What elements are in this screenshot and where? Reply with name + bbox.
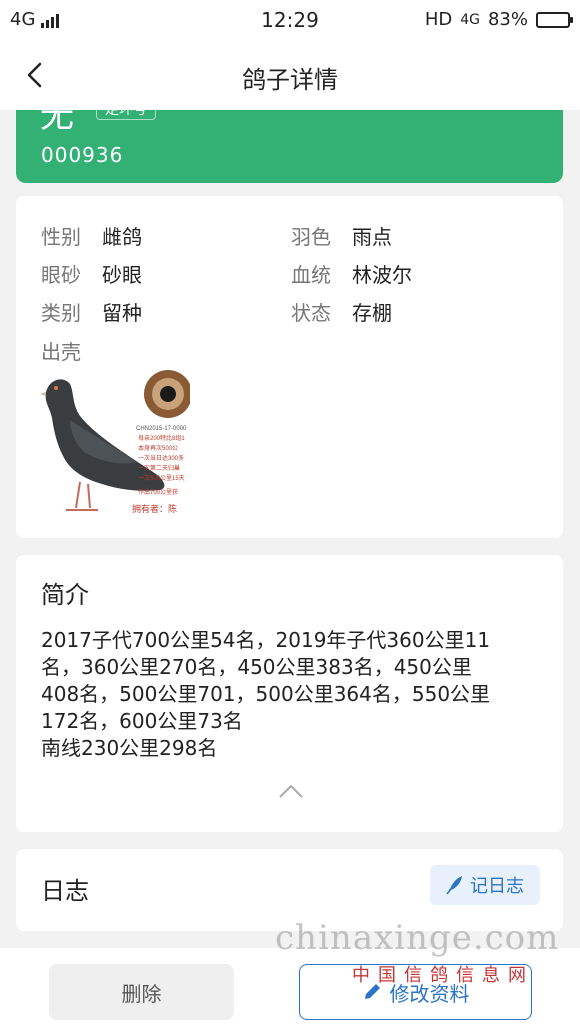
photo-text-line: 一次500公里15天 — [138, 474, 185, 482]
pigeon-name: 无 — [40, 110, 74, 136]
log-heading: 日志 — [41, 877, 89, 905]
site-watermark: chinaxinge.com — [275, 918, 560, 958]
info-key: 出壳 — [41, 340, 81, 364]
intro-heading: 简介 — [41, 581, 89, 609]
info-value: 雨点 — [352, 225, 392, 249]
ring-tag-badge: 足环号 — [96, 110, 156, 120]
nav-bar: 鸽子详情 — [0, 40, 580, 110]
info-row-category: 类别 留种 — [41, 297, 142, 326]
battery-icon — [536, 11, 573, 28]
photo-text-line: 作出700公里获 — [138, 488, 178, 496]
pigeon-header-card: 无 足环号 000936 — [16, 110, 563, 183]
info-key: 性别 — [41, 225, 81, 249]
info-key: 类别 — [41, 301, 81, 325]
delete-button[interactable]: 删除 — [49, 964, 234, 1020]
info-row-eye: 眼砂 砂眼 — [41, 259, 142, 288]
info-row-feather: 羽色 雨点 — [291, 221, 392, 250]
intro-text: 2017子代700公里54名，2019年子代360公里11 名，360公里270… — [41, 628, 491, 760]
info-value: 林波尔 — [352, 263, 412, 287]
photo-text-line: 母亲200特比8组1 — [138, 434, 185, 442]
info-row-status: 状态 存棚 — [291, 297, 392, 326]
photo-text-line: 本身再次500公 — [138, 444, 178, 452]
battery-percent: 83% — [487, 9, 528, 30]
photo-text-line: 一次第二天归巢 — [138, 464, 180, 472]
site-watermark-cn: 中国信鸽信息网 — [352, 965, 534, 986]
hd-label: HD — [424, 9, 453, 30]
add-log-label: 记日志 — [470, 876, 524, 897]
info-value: 留种 — [102, 301, 142, 325]
ring-number: 000936 — [41, 143, 124, 167]
info-key: 羽色 — [291, 225, 331, 249]
pigeon-photo[interactable]: CHN2015-17-0000 母亲200特比8组1 本身再次500公 一次当日… — [40, 370, 190, 518]
status-bar: 4G 12:29 HD 4G 83% — [0, 0, 580, 40]
info-row-sex: 性别 雌鸽 — [41, 221, 142, 250]
info-card: 性别 雌鸽 羽色 雨点 眼砂 砂眼 血统 林波尔 类别 留种 状态 存棚 出壳 — [16, 196, 563, 538]
pigeon-image: CHN2015-17-0000 母亲200特比8组1 本身再次500公 一次当日… — [40, 370, 190, 518]
info-row-hatch: 出壳 — [41, 336, 102, 365]
page-title: 鸽子详情 — [242, 66, 338, 94]
add-log-button[interactable]: 记日志 — [430, 865, 540, 905]
info-row-bloodline: 血统 林波尔 — [291, 259, 412, 288]
info-value: 雌鸽 — [102, 225, 142, 249]
photo-text-line: CHN2015-17-0000 — [136, 426, 187, 432]
photo-text-line: 一次当日达300多 — [138, 454, 184, 462]
network-right-label: 4G — [460, 11, 480, 28]
status-right: HD 4G 83% — [424, 9, 573, 30]
intro-card: 简介 2017子代700公里54名，2019年子代360公里11 名，360公里… — [16, 555, 563, 832]
info-value: 存棚 — [352, 301, 392, 325]
info-key: 血统 — [291, 263, 331, 287]
feather-pen-icon — [446, 876, 462, 895]
info-key: 眼砂 — [41, 263, 81, 287]
photo-owner-text: 拥有者：陈 — [132, 503, 177, 514]
info-value: 砂眼 — [102, 263, 142, 287]
info-key: 状态 — [291, 301, 331, 325]
chevron-up-icon[interactable] — [278, 783, 304, 799]
